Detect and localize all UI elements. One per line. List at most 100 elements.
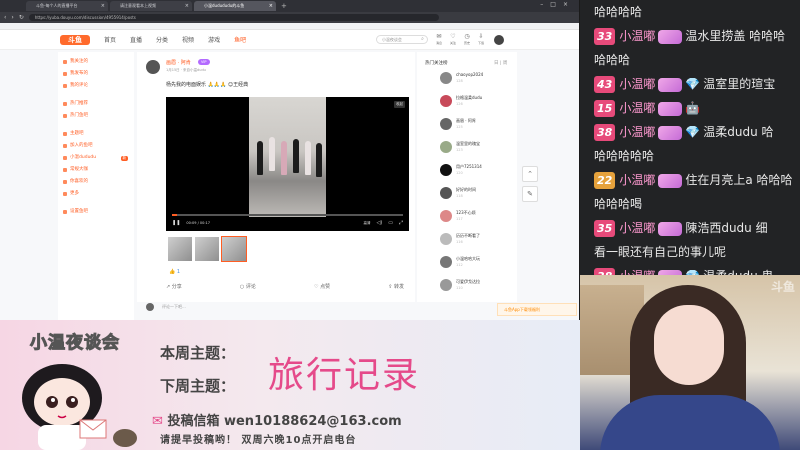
- nav-video[interactable]: 视频: [182, 35, 194, 44]
- new-tab-icon[interactable]: +: [281, 1, 287, 11]
- volume-icon[interactable]: ◁): [376, 220, 382, 226]
- tab-1[interactable]: 斗鱼-每个人的直播平台 ×: [26, 1, 108, 11]
- sidebar-item[interactable]: 主题吧: [58, 128, 134, 140]
- video-player[interactable]: 收起 ❚❚ 00:09 / 00:17 高清 ◁) ▭ ⤢: [166, 97, 409, 231]
- chat-username[interactable]: 小温嘟: [619, 125, 655, 139]
- download-app-banner[interactable]: 斗鱼App下载领福利: [497, 303, 577, 316]
- rank-item[interactable]: 画眉 · 阿肯 125: [440, 116, 512, 136]
- video-thumbnail-selected[interactable]: [221, 236, 247, 262]
- sidebar-item[interactable]: 你喜欢的: [58, 176, 134, 188]
- user-level-badge: 15: [594, 100, 616, 117]
- user-avatar[interactable]: [494, 34, 504, 45]
- rank-avatar: [440, 164, 452, 176]
- diamond-icon: 💎: [685, 125, 701, 139]
- douyu-logo[interactable]: 斗鱼: [60, 34, 90, 45]
- video-thumbnail[interactable]: [168, 237, 192, 261]
- sidebar-item[interactable]: 我的评论: [58, 80, 134, 92]
- rank-tabs[interactable]: 日 | 周: [494, 60, 507, 66]
- nav-home[interactable]: 首页: [104, 35, 116, 44]
- comment-button[interactable]: ○ 评论: [240, 283, 256, 290]
- chat-username[interactable]: 小温嘟: [619, 29, 655, 43]
- fan-badge-icon: [658, 221, 683, 236]
- history-button[interactable]: ◷ 历史: [464, 33, 470, 46]
- rank-item[interactable]: chaoyop2024 128: [440, 70, 512, 90]
- close-icon[interactable]: ×: [185, 1, 189, 11]
- sidebar-item-more[interactable]: 更多: [58, 188, 134, 200]
- pip-icon[interactable]: ▭: [388, 220, 393, 226]
- rank-avatar: [440, 141, 452, 153]
- pause-icon[interactable]: ❚❚: [172, 220, 180, 226]
- url-input[interactable]: https://yuba.douyu.com/discussion/495591…: [28, 14, 439, 21]
- sidebar-item[interactable]: 热门鱼吧: [58, 110, 134, 122]
- sidebar-item[interactable]: 加入的鱼吧: [58, 140, 134, 152]
- chat-username[interactable]: 小温嘟: [619, 77, 655, 91]
- chat-text: 温柔dudu 哈: [703, 125, 774, 139]
- share-button[interactable]: ↗ 分享: [166, 283, 182, 290]
- sidebar-item[interactable]: 热门推荐: [58, 98, 134, 110]
- rank-item[interactable]: 小温哈哈大玩 112: [440, 254, 512, 274]
- rank-item[interactable]: 用户7251314 120: [440, 162, 512, 182]
- chat-username[interactable]: 小温嘟: [619, 173, 655, 187]
- window-controls[interactable]: –□×: [540, 1, 575, 8]
- quality-button[interactable]: 高清: [363, 221, 370, 226]
- chat-text: 温室里的瑄宝: [703, 77, 776, 91]
- user-level-badge: 22: [594, 172, 616, 189]
- search-icon[interactable]: ⌕: [421, 36, 424, 43]
- edit-button[interactable]: ✎: [522, 186, 538, 202]
- rank-item[interactable]: 好好的时间 118: [440, 185, 512, 205]
- message-button[interactable]: ✉ 消息: [436, 33, 442, 46]
- rank-name: 用户7251314: [456, 164, 482, 169]
- comment-input[interactable]: 评论一下吧...: [162, 304, 186, 310]
- chat-text: 温水里捞盖 哈哈哈: [685, 29, 786, 43]
- back-icon[interactable]: ‹: [4, 14, 6, 21]
- rank-item[interactable]: 温室里的瑰宝 123: [440, 139, 512, 159]
- rank-item[interactable]: 可爱伊戈达拉 110: [440, 277, 512, 297]
- tab-2[interactable]: 请注意观看本上视频 ×: [110, 1, 192, 11]
- rank-avatar: [440, 279, 452, 291]
- rank-item[interactable]: 拉格温柔dudu 126: [440, 93, 512, 113]
- douyu-watermark: 斗鱼: [770, 280, 795, 294]
- close-icon[interactable]: ×: [269, 1, 273, 11]
- sidebar-item-dududu[interactable]: 小温dududu 新: [58, 152, 134, 164]
- chat-message: 38小温嘟💎温柔dudu 鬼: [594, 264, 794, 275]
- video-thumbnail[interactable]: [195, 237, 219, 261]
- tab-label: 斗鱼-每个人的直播平台: [36, 3, 78, 8]
- follow-button[interactable]: ♡ 关注: [450, 32, 456, 46]
- search-input[interactable]: 小温夜谈会 ⌕: [375, 35, 428, 44]
- rank-item[interactable]: 历历不断看了 116: [440, 231, 512, 251]
- site-header: 斗鱼 首页 直播 分类 视频 游戏 鱼吧 小温夜谈会 ⌕ ✉ 消息 ♡ 关注 ◷ 历史 …: [0, 30, 579, 50]
- like-button[interactable]: ♡ 点赞: [314, 283, 330, 290]
- reload-icon[interactable]: ↻: [19, 14, 24, 21]
- dancer-figure: [305, 141, 311, 175]
- video-progress-fill: [172, 214, 177, 216]
- vip-badge: VIP: [198, 59, 210, 65]
- rank-name: 画眉 · 阿肯: [456, 118, 476, 123]
- sidebar-item[interactable]: 常规大咖: [58, 164, 134, 176]
- fullscreen-icon[interactable]: ⤢: [399, 220, 403, 226]
- chat-username[interactable]: 小温嘟: [619, 221, 655, 235]
- tab-3[interactable]: 小温dudududu的斗鱼 ×: [194, 1, 276, 11]
- close-icon[interactable]: ×: [101, 1, 105, 11]
- author-avatar[interactable]: [146, 60, 160, 74]
- sidebar-item[interactable]: 我发布的: [58, 68, 134, 80]
- nav-game[interactable]: 游戏: [208, 35, 220, 44]
- forward-button[interactable]: ⇪ 转发: [388, 283, 404, 290]
- rank-item[interactable]: 123不心烦 117: [440, 208, 512, 228]
- heart-icon: ♡: [450, 32, 456, 40]
- chat-username[interactable]: 小温嘟: [619, 101, 655, 115]
- video-frame: [249, 97, 326, 217]
- nav-category[interactable]: 分类: [156, 35, 168, 44]
- nav-yuba[interactable]: 鱼吧: [234, 35, 246, 44]
- nav-live[interactable]: 直播: [130, 35, 142, 44]
- author-name[interactable]: 画眉 · 阿肯: [166, 59, 191, 66]
- sidebar-item-settings[interactable]: 设置鱼吧: [58, 206, 134, 218]
- dancer-figure: [293, 139, 299, 173]
- sidebar-item[interactable]: 我关注的: [58, 56, 134, 68]
- collapse-video-button[interactable]: 收起: [394, 101, 405, 108]
- scroll-top-button[interactable]: ⌃: [522, 166, 538, 182]
- user-level-badge: 38: [594, 268, 616, 275]
- forward-icon[interactable]: ›: [11, 14, 13, 21]
- video-progress-bar[interactable]: [172, 214, 403, 216]
- rank-avatar: [440, 210, 452, 222]
- download-button[interactable]: ⇩ 下载: [478, 33, 484, 46]
